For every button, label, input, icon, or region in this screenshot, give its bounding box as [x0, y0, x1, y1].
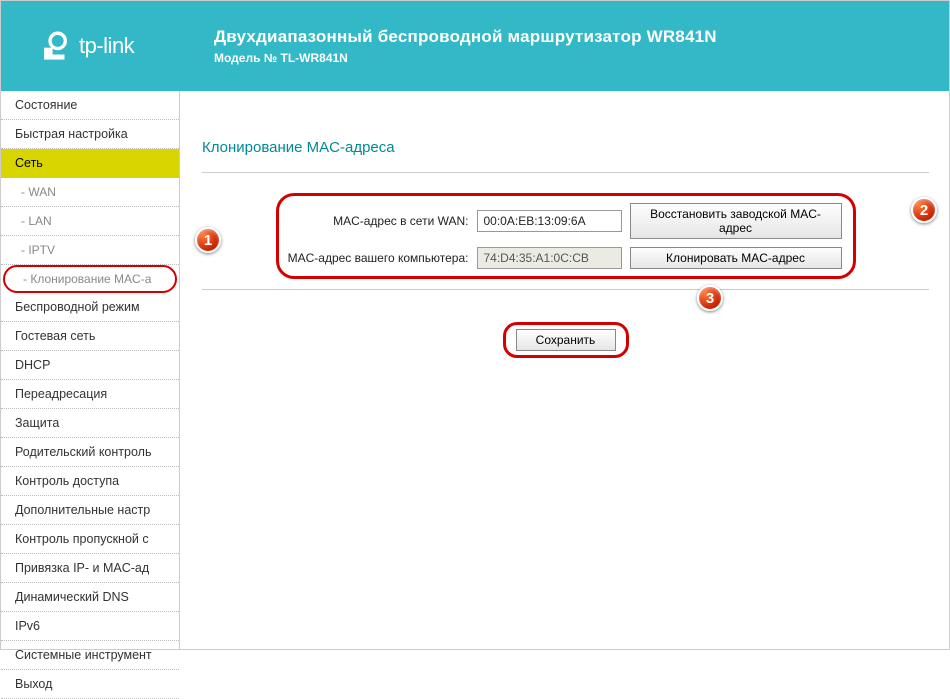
content-area: Клонирование MAC-адреса MAC-адрес в сети…	[180, 91, 949, 649]
sidebar-item-8[interactable]: Гостевая сеть	[1, 322, 179, 351]
sidebar-item-17[interactable]: Динамический DNS	[1, 583, 179, 612]
page-product-title: Двухдиапазонный беспроводной маршрутизат…	[214, 27, 717, 47]
restore-factory-mac-button[interactable]: Восстановить заводской MAC-адрес	[630, 203, 842, 239]
sidebar-item-7[interactable]: Беспроводной режим	[1, 293, 179, 322]
sidebar-item-20[interactable]: Выход	[1, 670, 179, 699]
clone-mac-button[interactable]: Клонировать MAC-адрес	[630, 247, 842, 269]
brand-text: tp-link	[79, 33, 134, 59]
divider	[202, 172, 929, 173]
annotation-badge-3: 3	[697, 285, 723, 311]
row-wan-mac: MAC-адрес в сети WAN: Восстановить завод…	[276, 199, 856, 243]
sidebar-item-18[interactable]: IPv6	[1, 612, 179, 641]
brand-logo: tp-link	[39, 29, 214, 63]
label-wan-mac: MAC-адрес в сети WAN:	[284, 214, 469, 228]
sidebar-item-4[interactable]: - LAN	[1, 207, 179, 236]
sidebar: СостояниеБыстрая настройкаСеть- WAN- LAN…	[1, 91, 180, 649]
sidebar-item-12[interactable]: Родительский контроль	[1, 438, 179, 467]
sidebar-item-2[interactable]: Сеть	[1, 149, 179, 178]
sidebar-item-9[interactable]: DHCP	[1, 351, 179, 380]
sidebar-item-11[interactable]: Защита	[1, 409, 179, 438]
divider	[202, 289, 929, 290]
input-wan-mac[interactable]	[477, 210, 622, 232]
sidebar-item-0[interactable]: Состояние	[1, 91, 179, 120]
sidebar-item-3[interactable]: - WAN	[1, 178, 179, 207]
page-model: Модель № TL-WR841N	[214, 51, 717, 65]
sidebar-item-13[interactable]: Контроль доступа	[1, 467, 179, 496]
sidebar-item-15[interactable]: Контроль пропускной с	[1, 525, 179, 554]
annotation-badge-2: 2	[911, 197, 937, 223]
highlight-box-3: Сохранить	[503, 322, 629, 358]
mac-clone-form: MAC-адрес в сети WAN: Восстановить завод…	[276, 199, 856, 273]
sidebar-item-16[interactable]: Привязка IP- и MAC-ад	[1, 554, 179, 583]
sidebar-item-19[interactable]: Системные инструмент	[1, 641, 179, 670]
save-button[interactable]: Сохранить	[516, 329, 616, 351]
sidebar-item-14[interactable]: Дополнительные настр	[1, 496, 179, 525]
sidebar-item-1[interactable]: Быстрая настройка	[1, 120, 179, 149]
sidebar-item-5[interactable]: - IPTV	[1, 236, 179, 265]
row-pc-mac: MAC-адрес вашего компьютера: Клонировать…	[276, 243, 856, 273]
page-title: Клонирование MAC-адреса	[202, 119, 929, 172]
sidebar-item-6[interactable]: - Клонирование MAC-а	[3, 265, 177, 293]
input-pc-mac[interactable]	[477, 247, 622, 269]
label-pc-mac: MAC-адрес вашего компьютера:	[284, 251, 469, 265]
annotation-badge-1: 1	[195, 227, 221, 253]
sidebar-item-10[interactable]: Переадресация	[1, 380, 179, 409]
header-bar: tp-link Двухдиапазонный беспроводной мар…	[1, 1, 949, 91]
save-row: Сохранить	[202, 322, 929, 358]
tplink-logo-icon	[39, 29, 73, 63]
